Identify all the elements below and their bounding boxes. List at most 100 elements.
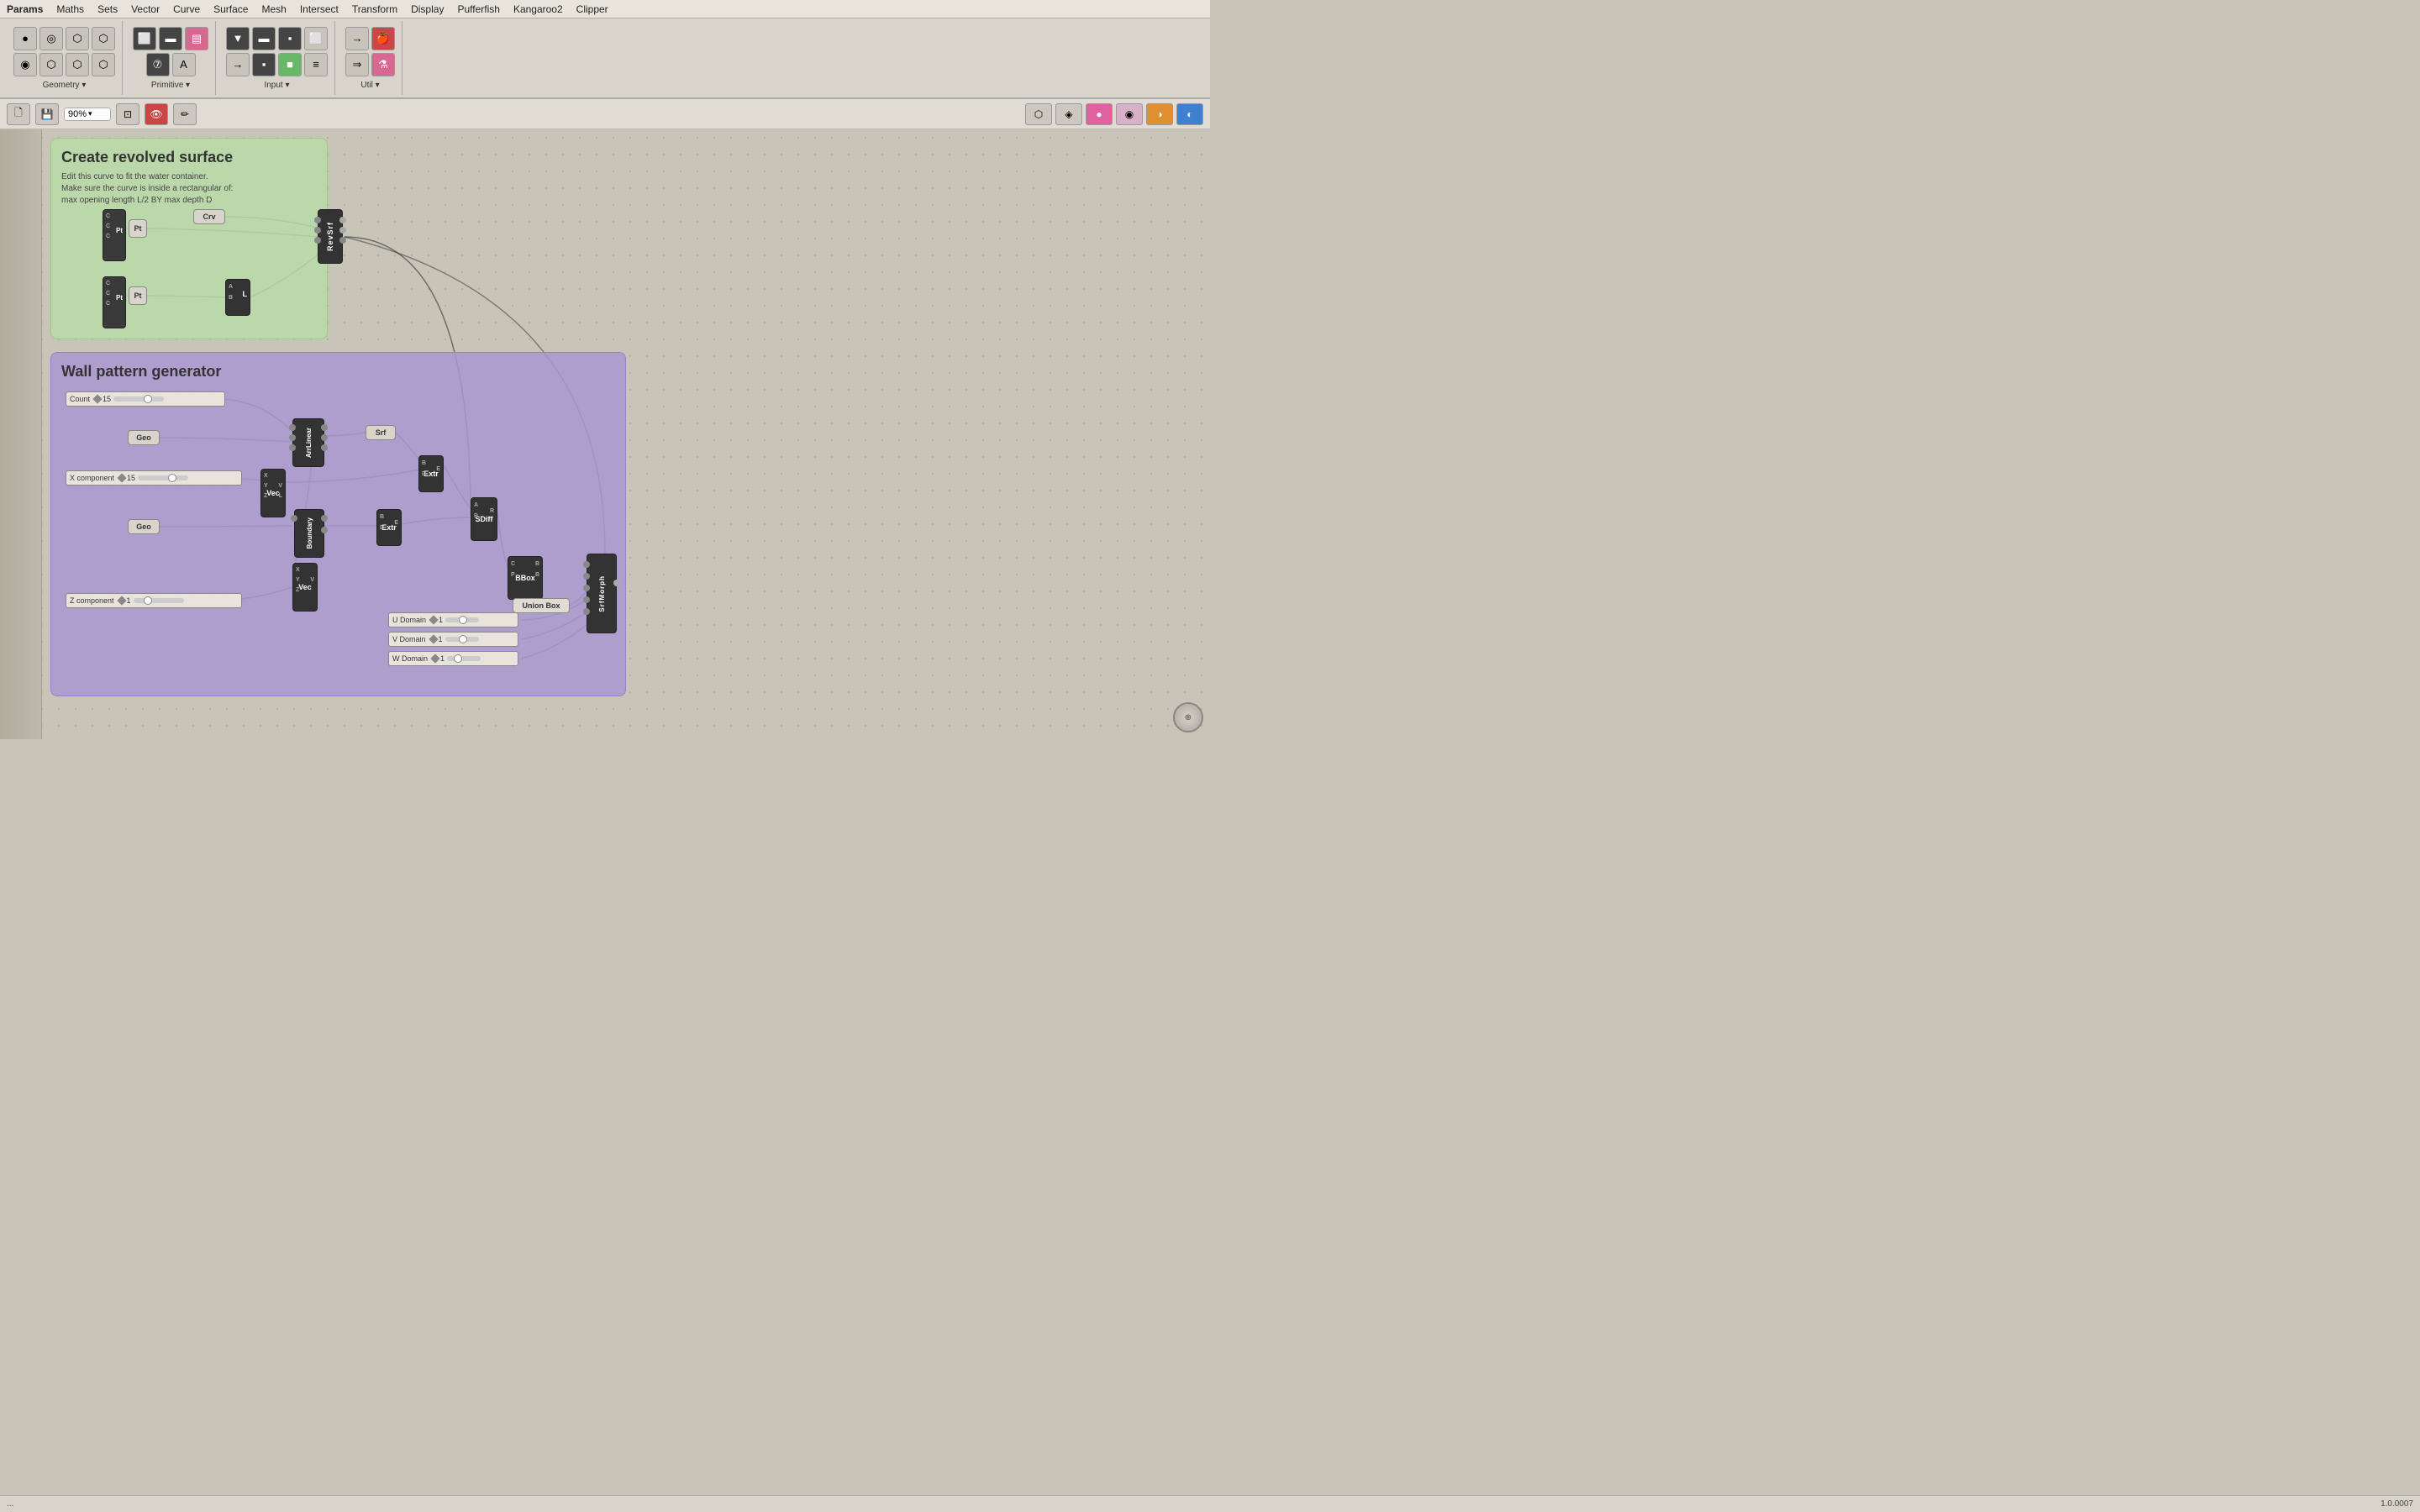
menu-clipper[interactable]: Clipper — [576, 3, 608, 15]
node-boundary[interactable]: Boundary — [294, 509, 324, 558]
menu-display[interactable]: Display — [411, 3, 444, 15]
tb-input-2[interactable]: ▬ — [252, 27, 276, 50]
tb-geometry-4[interactable]: ⬡ — [92, 27, 115, 50]
vb-save[interactable]: 💾 — [35, 103, 59, 125]
node-vec2[interactable]: X Y Z Vec V — [292, 563, 318, 612]
node-unionbox[interactable]: Union Box — [513, 598, 570, 613]
node-udomain[interactable]: U Domain 1 — [388, 612, 518, 627]
vb-right-3[interactable]: ● — [1086, 103, 1113, 125]
xcomp-slider-thumb[interactable] — [168, 474, 176, 482]
menu-transform[interactable]: Transform — [352, 3, 397, 15]
vb-fit[interactable]: ⊡ — [116, 103, 139, 125]
udomain-diamond — [429, 615, 438, 624]
node-xcomp[interactable]: X component 15 — [66, 470, 242, 486]
node-pt2b[interactable]: Pt — [129, 286, 147, 305]
toolbar-group-primitive: ⬜ ▬ ▤ ⑦ A Primitive ▾ — [126, 21, 216, 95]
node-vdomain[interactable]: V Domain 1 — [388, 632, 518, 647]
node-extr2[interactable]: B D Extr E — [376, 509, 402, 546]
node-revsrf[interactable]: RevSrf — [318, 209, 343, 264]
vb-right-4[interactable]: ◉ — [1116, 103, 1143, 125]
tb-primitive-1[interactable]: ⬜ — [133, 27, 156, 50]
menu-sets[interactable]: Sets — [97, 3, 118, 15]
menu-curve[interactable]: Curve — [173, 3, 200, 15]
node-crv[interactable]: Crv — [193, 209, 225, 224]
node-geo2[interactable]: Geo — [128, 519, 160, 534]
node-sdiff[interactable]: A B SDiff R — [471, 497, 497, 541]
menu-kangaroo2[interactable]: Kangaroo2 — [513, 3, 563, 15]
vb-right-6[interactable]: ◐ — [1176, 103, 1203, 125]
xcomp-slider-track[interactable] — [138, 475, 188, 480]
tb-geometry-1[interactable]: ● — [13, 27, 37, 50]
tb-input-6[interactable]: ▪ — [252, 53, 276, 76]
tb-util-2[interactable]: 🍎 — [371, 27, 395, 50]
tb-primitive-4[interactable]: ⑦ — [146, 53, 170, 76]
compass: ⊕ — [1173, 702, 1203, 732]
node-pt1[interactable]: C C C Pt — [103, 209, 126, 261]
zcomp-slider-thumb[interactable] — [144, 596, 152, 605]
node-bbox[interactable]: C P BBox B B — [508, 556, 543, 600]
vdomain-slider-thumb[interactable] — [459, 635, 467, 643]
node-pt1b[interactable]: Pt — [129, 219, 147, 238]
zcomp-slider-track[interactable] — [134, 598, 184, 603]
node-srf1[interactable]: Srf — [366, 425, 396, 440]
wdomain-slider-track[interactable] — [447, 656, 481, 661]
vb-preview[interactable]: 👁 — [145, 103, 168, 125]
menu-vector[interactable]: Vector — [131, 3, 160, 15]
tb-geometry-7[interactable]: ⬡ — [66, 53, 89, 76]
tb-geometry-3[interactable]: ⬡ — [66, 27, 89, 50]
wdomain-slider-thumb[interactable] — [454, 654, 462, 663]
tb-geometry-2[interactable]: ◎ — [39, 27, 63, 50]
vb-draw[interactable]: ✏ — [173, 103, 197, 125]
tb-input-4[interactable]: ⬜ — [304, 27, 328, 50]
primitive-label: Primitive ▾ — [151, 81, 190, 90]
revolved-surface-subtitle: Edit this curve to fit the water contain… — [61, 171, 317, 207]
wdomain-diamond — [430, 654, 439, 663]
tb-geometry-8[interactable]: ⬡ — [92, 53, 115, 76]
node-count[interactable]: Count 15 — [66, 391, 225, 407]
menu-maths[interactable]: Maths — [56, 3, 84, 15]
menu-mesh[interactable]: Mesh — [261, 3, 286, 15]
node-vec1[interactable]: X Y Z Vec V L — [260, 469, 286, 517]
count-diamond — [92, 394, 102, 403]
revolved-surface-title: Create revolved surface — [61, 149, 317, 166]
count-slider-track[interactable] — [113, 396, 164, 402]
tb-input-5[interactable]: → — [226, 53, 250, 76]
tb-primitive-5[interactable]: A — [172, 53, 196, 76]
node-arrlinear[interactable]: ArrLinear — [292, 418, 324, 467]
node-zcomp[interactable]: Z component 1 — [66, 593, 242, 608]
tb-util-3[interactable]: ⇒ — [345, 53, 369, 76]
menu-surface[interactable]: Surface — [213, 3, 248, 15]
node-pt2[interactable]: C C C Pt — [103, 276, 126, 328]
udomain-slider-thumb[interactable] — [459, 616, 467, 624]
status-right: 1.0.0007 — [2381, 1499, 2413, 1509]
menu-pufferfish[interactable]: Pufferfish — [457, 3, 499, 15]
node-srfmorph[interactable]: SrfMorph — [587, 554, 617, 633]
tb-input-7[interactable]: ■ — [278, 53, 302, 76]
udomain-slider-track[interactable] — [445, 617, 479, 622]
tb-input-3[interactable]: ▪ — [278, 27, 302, 50]
menu-intersect[interactable]: Intersect — [300, 3, 339, 15]
tb-geometry-5[interactable]: ◉ — [13, 53, 37, 76]
tb-util-4[interactable]: ⚗ — [371, 53, 395, 76]
vdomain-slider-track[interactable] — [445, 637, 479, 642]
node-geo1[interactable]: Geo — [128, 430, 160, 445]
tb-primitive-3[interactable]: ▤ — [185, 27, 208, 50]
vb-right-5[interactable]: ◑ — [1146, 103, 1173, 125]
tb-input-1[interactable]: ▼ — [226, 27, 250, 50]
count-slider-thumb[interactable] — [144, 395, 152, 403]
tb-primitive-2[interactable]: ▬ — [159, 27, 182, 50]
tb-util-1[interactable]: → — [345, 27, 369, 50]
tb-input-8[interactable]: ≡ — [304, 53, 328, 76]
vb-right-1[interactable]: ⬡ — [1025, 103, 1052, 125]
vb-new[interactable]: 🗋 — [7, 103, 30, 125]
node-ln[interactable]: A B L — [225, 279, 250, 316]
vb-right-2[interactable]: ◈ — [1055, 103, 1082, 125]
menu-params[interactable]: Params — [7, 3, 43, 15]
canvas[interactable]: Create revolved surface Edit this curve … — [0, 129, 1210, 739]
toolbar-group-geometry: ● ◎ ⬡ ⬡ ◉ ⬡ ⬡ ⬡ Geometry ▾ — [7, 21, 123, 95]
vb-zoom[interactable]: 90% ▾ — [64, 108, 111, 121]
node-extr1[interactable]: B D Extr E — [418, 455, 444, 492]
node-wdomain[interactable]: W Domain 1 — [388, 651, 518, 666]
left-panel — [0, 129, 42, 739]
tb-geometry-6[interactable]: ⬡ — [39, 53, 63, 76]
